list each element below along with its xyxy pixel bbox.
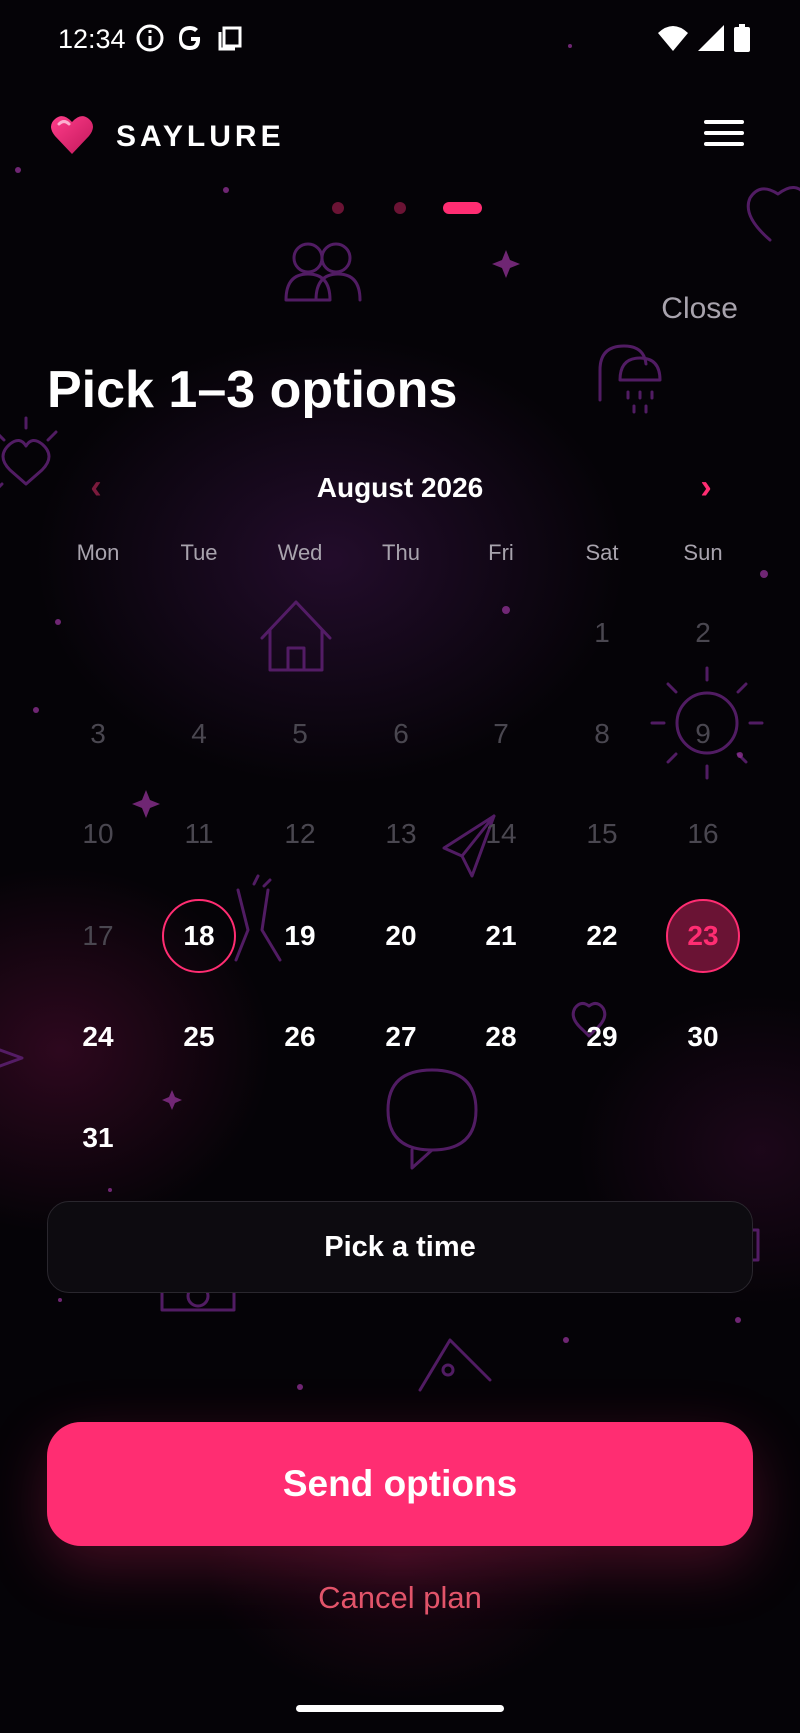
- calendar-day-12: 12: [284, 818, 316, 849]
- google-icon: [179, 26, 201, 50]
- shower-icon: [598, 344, 662, 414]
- calendar-day-30[interactable]: 30: [666, 1000, 740, 1074]
- copy-icon: [218, 26, 242, 51]
- calendar-day-7: 7: [493, 718, 509, 749]
- calendar-day-15: 15: [586, 818, 618, 849]
- calendar-day-10: 10: [82, 818, 114, 849]
- status-time: 12:34: [58, 24, 126, 54]
- battery-icon: [734, 24, 750, 52]
- calendar-day-3: 3: [90, 718, 106, 749]
- calendar-day-26[interactable]: 26: [263, 1000, 337, 1074]
- signal-icon: [698, 25, 724, 51]
- chevron-right-icon[interactable]: ›: [686, 468, 726, 507]
- weekday-sun: Sun: [683, 540, 723, 565]
- house-icon: [260, 600, 332, 672]
- step-dot: [394, 202, 406, 214]
- status-bar: 12:34: [0, 0, 800, 80]
- people-icon: [284, 242, 362, 302]
- step-dot: [332, 202, 344, 214]
- weekday-mon: Mon: [76, 540, 120, 565]
- sparkle-icon: [162, 1090, 182, 1110]
- weekday-sat: Sat: [585, 540, 619, 565]
- calendar-day-11: 11: [184, 818, 214, 849]
- calendar-day-5: 5: [292, 718, 308, 749]
- sparkle-icon: [492, 250, 520, 278]
- calendar-day-29[interactable]: 29: [565, 1000, 639, 1074]
- cancel-plan-link[interactable]: Cancel plan: [0, 1580, 800, 1616]
- arrow-icon: [0, 1048, 24, 1068]
- calendar-day-13: 13: [385, 818, 417, 849]
- calendar-day-8: 8: [594, 718, 610, 749]
- calendar-day-27[interactable]: 27: [364, 1000, 438, 1074]
- close-button[interactable]: Close: [661, 292, 738, 326]
- heart-icon: [51, 116, 93, 154]
- chat-bubble-icon: [386, 1068, 478, 1170]
- calendar-day-9: 9: [695, 718, 711, 749]
- home-indicator[interactable]: [296, 1705, 504, 1712]
- weekday-fri: Fri: [488, 540, 514, 565]
- calendar-day-1: 1: [594, 617, 610, 648]
- calendar-day-19[interactable]: 19: [263, 899, 337, 973]
- calendar-day-6: 6: [393, 718, 409, 749]
- calendar-day-20[interactable]: 20: [364, 899, 438, 973]
- calendar-day-14: 14: [485, 818, 517, 849]
- page-title: Pick 1–3 options: [47, 361, 458, 419]
- brand-name: SAYLURE: [116, 120, 285, 153]
- calendar-day-31[interactable]: 31: [61, 1101, 135, 1175]
- calendar-day-4: 4: [191, 718, 207, 749]
- calendar-day-2: 2: [695, 617, 711, 648]
- sparkle-icon: [132, 790, 160, 818]
- info-icon: [136, 24, 164, 52]
- calendar-day-22[interactable]: 22: [565, 899, 639, 973]
- step-dot-active: [443, 202, 482, 214]
- weekday-tue: Tue: [180, 540, 218, 565]
- calendar-day-25[interactable]: 25: [162, 1000, 236, 1074]
- month-label: August 2026: [316, 472, 484, 503]
- status-icons-left: [136, 24, 244, 52]
- pizza-icon: [418, 1338, 492, 1392]
- wifi-icon: [658, 26, 688, 51]
- calendar-day-21[interactable]: 21: [464, 899, 538, 973]
- calendar-day-16: 16: [687, 818, 719, 849]
- step-indicator: [0, 202, 800, 216]
- send-options-button[interactable]: Send options: [47, 1422, 753, 1546]
- calendar-day-23[interactable]: 23: [666, 899, 740, 973]
- hamburger-menu-icon[interactable]: [704, 120, 744, 150]
- app-header: SAYLURE: [0, 100, 800, 172]
- calendar-day-18[interactable]: 18: [162, 899, 236, 973]
- status-icons-right: [658, 24, 750, 52]
- weekday-header: Mon Tue Wed Thu Fri Sat Sun: [0, 540, 800, 580]
- calendar-day-17: 17: [82, 920, 114, 951]
- month-navigation: ‹ August 2026 ›: [0, 466, 800, 516]
- calendar-day-24[interactable]: 24: [61, 1000, 135, 1074]
- calendar-day-28[interactable]: 28: [464, 1000, 538, 1074]
- weekday-thu: Thu: [382, 540, 420, 565]
- pick-time-button[interactable]: Pick a time: [47, 1201, 753, 1293]
- weekday-wed: Wed: [277, 540, 323, 565]
